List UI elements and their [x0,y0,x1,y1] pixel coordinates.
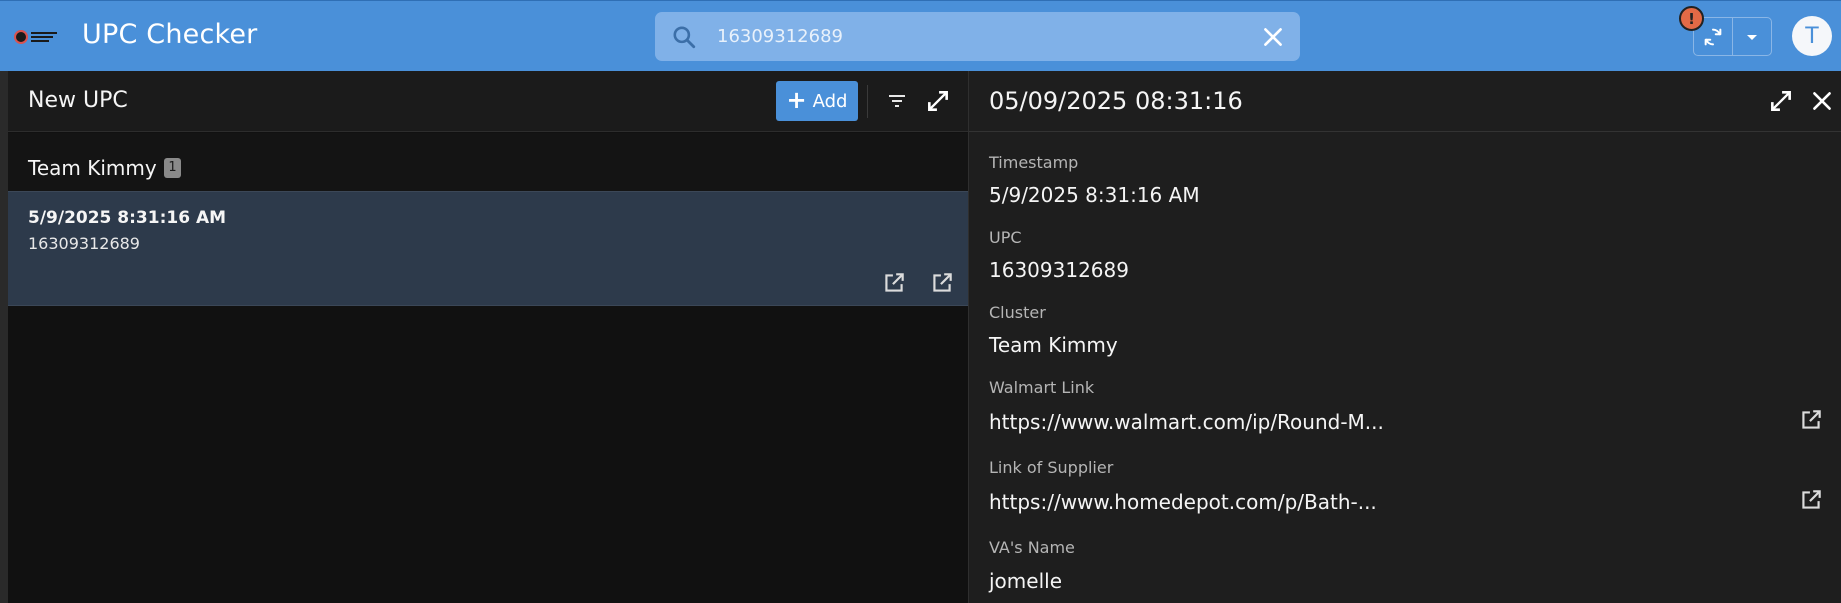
app-title: UPC Checker [82,19,258,50]
group-name: Team Kimmy [28,156,157,180]
list-panel-title: New UPC [28,88,128,113]
close-icon[interactable] [1809,88,1835,114]
record-timestamp: 5/9/2025 8:31:16 AM [28,208,227,228]
group-header-team[interactable]: Team Kimmy 1 [8,133,968,191]
sync-button-group [1693,17,1772,56]
field-value-walmart-link[interactable]: https://www.walmart.com/ip/Round-M... [989,410,1384,434]
list-item[interactable]: 5/9/2025 8:31:16 AM 16309312689 [8,191,968,306]
add-button[interactable]: + Add [776,81,858,121]
field-value-va-name: jomelle [989,569,1062,593]
field-value-cluster: Team Kimmy [989,333,1118,357]
alert-badge[interactable]: ! [1679,6,1704,31]
open-external-icon[interactable] [1798,487,1824,513]
field-value-supplier-link[interactable]: https://www.homedepot.com/p/Bath-... [989,490,1377,514]
field-label-walmart-link: Walmart Link [989,378,1095,397]
alert-icon: ! [1688,9,1695,28]
plus-icon: + [786,86,807,114]
left-edge-strip [0,71,8,603]
toolbar-divider [867,85,868,118]
detail-panel-header: 05/09/2025 08:31:16 [969,71,1841,132]
upc-list-panel: New UPC + Add Team Kimmy 1 5/9/2025 8:31… [8,71,968,603]
company-logo-icon [14,26,64,48]
open-external-icon[interactable] [881,270,907,296]
record-detail-panel: 05/09/2025 08:31:16 Timestamp 5/9/2025 8… [968,71,1841,603]
detail-panel-title: 05/09/2025 08:31:16 [989,87,1243,115]
open-external-icon[interactable] [929,270,955,296]
sync-options-dropdown[interactable] [1732,18,1771,55]
top-app-bar: UPC Checker ! T [0,0,1841,71]
field-label-upc: UPC [989,228,1022,247]
sync-icon [1704,28,1722,45]
caret-down-icon [1747,34,1757,40]
field-value-timestamp: 5/9/2025 8:31:16 AM [989,183,1200,207]
field-label-va-name: VA's Name [989,538,1075,557]
search-input[interactable] [717,22,1217,50]
user-avatar[interactable]: T [1792,16,1832,56]
filter-icon[interactable] [885,89,909,113]
clear-search-icon[interactable] [1260,24,1286,50]
field-label-timestamp: Timestamp [989,153,1079,172]
open-external-icon[interactable] [1798,407,1824,433]
field-label-supplier-link: Link of Supplier [989,458,1114,477]
field-label-cluster: Cluster [989,303,1046,322]
record-upc: 16309312689 [28,234,140,253]
search-bar[interactable] [655,12,1300,61]
search-icon [673,26,696,49]
list-panel-header: New UPC + Add [8,71,968,132]
expand-icon[interactable] [1768,88,1794,114]
expand-icon[interactable] [925,88,951,114]
add-button-label: Add [812,90,848,112]
field-value-upc: 16309312689 [989,258,1129,282]
group-count-badge: 1 [164,158,181,178]
